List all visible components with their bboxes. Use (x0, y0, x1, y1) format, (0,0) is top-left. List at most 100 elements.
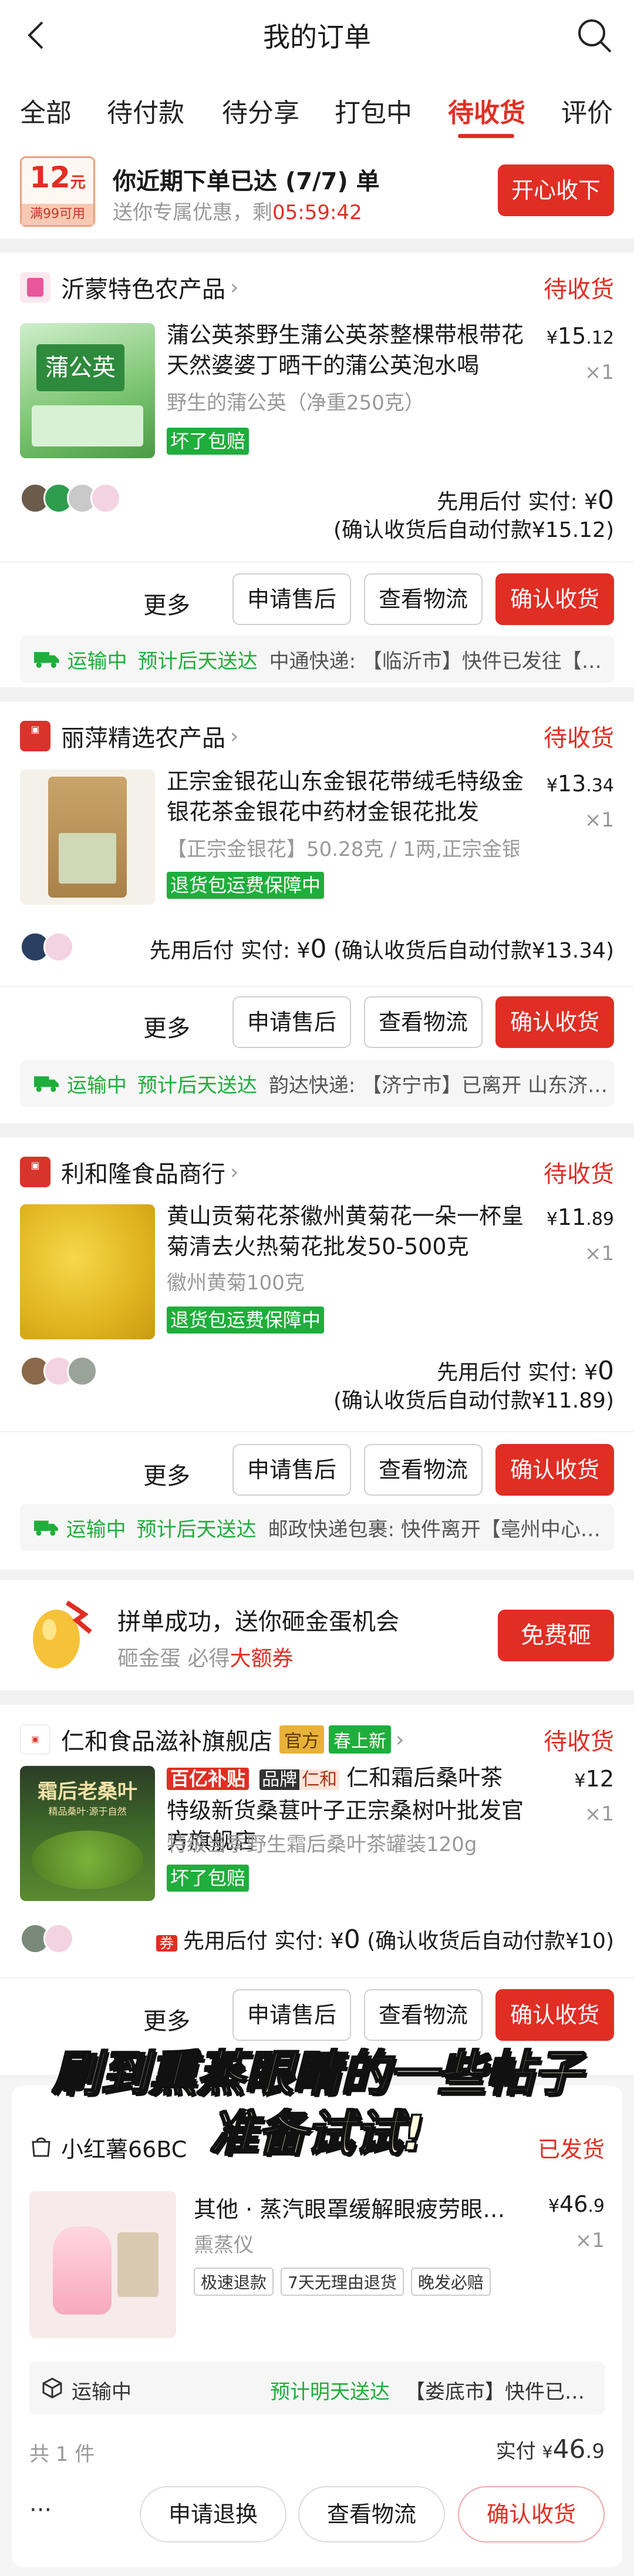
shop-name-row[interactable]: ▣ 仁和食品滋补旗舰店 官方 春上新 › (20, 1722, 404, 1756)
confirm-receipt-button[interactable]: 确认收货 (495, 1444, 614, 1496)
logistics-bar[interactable]: 运输中 预计后天送达 邮政快递包裹: 快件离开【亳州中心】已发往 (20, 1504, 614, 1551)
logistics-detail: 中通快递: 【临沂市】快件已发往【沂南县 (269, 649, 614, 673)
pay-label: 先用后付 实付: ¥ (437, 490, 598, 514)
view-logistics-button[interactable]: 查看物流 (364, 573, 483, 625)
buyer-avatars (20, 483, 121, 513)
more-button[interactable]: 更多 (143, 2002, 190, 2036)
tab-pending-payment[interactable]: 待付款 (107, 92, 184, 129)
active-tab-indicator (458, 134, 514, 138)
order-actions: 更多 申请售后 查看物流 确认收货 (0, 996, 634, 1049)
pay-value: 0 (598, 1356, 614, 1386)
back-arrow-icon[interactable] (20, 18, 55, 53)
product-thumbnail[interactable] (20, 1204, 155, 1339)
search-icon[interactable] (575, 16, 614, 55)
thumbnail-label: 蒲公英 (36, 344, 124, 391)
guarantee-tag: 坏了包赔 (167, 1865, 249, 1892)
caption-overlay: 刷到熏蒸眼睛的一些帖子 准备试试! (0, 2044, 634, 2164)
smash-egg-button[interactable]: 免费砸 (498, 1610, 614, 1661)
more-button[interactable]: 更多 (143, 586, 190, 620)
tab-review[interactable]: 评价 (561, 92, 613, 129)
after-sale-button[interactable]: 申请售后 (232, 996, 351, 1048)
banner-sub-text: 送你专属优惠，剩 (113, 201, 272, 224)
xhs-paid-total: 实付 ¥46.9 (495, 2434, 605, 2464)
after-sale-button[interactable]: 申请售后 (232, 573, 351, 625)
after-sale-button[interactable]: 申请售后 (232, 1989, 351, 2041)
xhs-product-thumbnail[interactable] (29, 2191, 176, 2338)
shop-name-row[interactable]: 沂蒙特色农产品 › (20, 270, 238, 304)
product-price: ¥13.34 (546, 771, 614, 797)
product-title[interactable]: 蒲公英茶野生蒲公英茶整棵带根带花天然婆婆丁晒干的蒲公英泡水喝 (167, 320, 525, 381)
page-title: 我的订单 (263, 21, 371, 53)
coupon-amount: 12 (29, 160, 70, 194)
shop-logo-icon: ▣ (20, 721, 50, 751)
confirm-receipt-button[interactable]: 确认收货 (495, 996, 614, 1048)
order-actions: 更多 申请售后 查看物流 确认收货 (0, 1444, 634, 1497)
confirm-receipt-button[interactable]: 确认收货 (495, 573, 614, 625)
pay-value: 0 (343, 1925, 360, 1954)
auto-pay-note: (确认收货后自动付款¥11.89) (333, 1389, 614, 1413)
order-status: 待收货 (544, 725, 614, 752)
product-thumbnail[interactable]: 蒲公英 (20, 323, 155, 458)
pay-value: 0 (598, 485, 614, 515)
guarantee-tag: 坏了包赔 (167, 428, 249, 455)
product-spec: 野生的蒲公英（净重250克） (167, 391, 424, 415)
avatar (90, 483, 121, 513)
avatar (43, 1923, 74, 1954)
tab-all[interactable]: 全部 (20, 92, 72, 129)
order-actions: 更多 申请售后 查看物流 确认收货 (0, 573, 634, 626)
auto-pay-note: (确认收货后自动付款¥10) (367, 1929, 614, 1953)
coupon-unit: 元 (70, 174, 86, 192)
order-card: 沂蒙特色农产品 › 待收货 蒲公英 蒲公英茶野生蒲公英茶整棵带根带花天然婆婆丁晒干… (0, 253, 634, 687)
order-status: 待收货 (544, 1161, 614, 1188)
chevron-right-icon: › (230, 1160, 239, 1184)
order-card: ▣ 利和隆食品商行 › 待收货 黄山贡菊花茶徽州黄菊花一朵一杯皇菊清去火热菊花批发… (0, 1137, 634, 1570)
tab-pending-share[interactable]: 待分享 (222, 92, 299, 129)
xhs-product-title[interactable]: 其他 · 蒸汽眼罩缓解眼疲劳眼部护理仪 (194, 2191, 511, 2224)
accept-coupon-button[interactable]: 开心收下 (498, 164, 614, 216)
eta-text: 预计后天送达 (137, 1073, 257, 1097)
more-button[interactable]: 更多 (143, 1457, 190, 1491)
xhs-service-tags: 极速退款 7天无理由退货 晚发必赔 (194, 2268, 491, 2296)
product-price: ¥11.89 (546, 1204, 614, 1230)
product-thumbnail[interactable] (20, 770, 155, 905)
product-title[interactable]: 黄山贡菊花茶徽州黄菊花一朵一杯皇菊清去火热菊花批发50-500克 (167, 1201, 525, 1262)
order-actions: 更多 申请售后 查看物流 确认收货 (0, 1989, 634, 2042)
pay-value: 0 (310, 934, 327, 964)
payment-info: 先用后付 实付: ¥0 (确认收货后自动付款¥11.89) (333, 1357, 614, 1415)
after-sale-button[interactable]: 申请售后 (232, 1444, 351, 1496)
golden-egg-icon (33, 1600, 92, 1668)
more-button[interactable]: 更多 (143, 1009, 190, 1043)
service-tag: 晚发必赔 (410, 2268, 491, 2296)
tab-to-receive[interactable]: 待收货 (448, 92, 525, 129)
xhs-logistics-bar[interactable]: 运输中 预计明天送达 【娄底市】快件已到达 (29, 2362, 605, 2414)
view-logistics-button[interactable]: 查看物流 (364, 1989, 483, 2041)
return-exchange-button[interactable]: 申请退换 (140, 2486, 286, 2543)
egg-sub-text: 砸金蛋 必得 (117, 1647, 230, 1671)
view-logistics-button[interactable]: 查看物流 (364, 996, 483, 1048)
package-icon (42, 2377, 62, 2399)
product-thumbnail[interactable]: 霜后老桑叶 精品桑叶·源于自然 (20, 1766, 155, 1901)
view-logistics-button[interactable]: 查看物流 (364, 1444, 483, 1496)
tab-packing[interactable]: 打包中 (335, 92, 412, 129)
xhs-confirm-receipt-button[interactable]: 确认收货 (458, 2486, 605, 2543)
more-options-icon[interactable]: ··· (29, 2497, 52, 2524)
coupon-condition: 满99可用 (22, 204, 93, 225)
product-title[interactable]: 正宗金银花山东金银花带绒毛特级金银花茶金银花中药材金银花批发 (167, 766, 525, 827)
logistics-bar[interactable]: 运输中 预计后天送达 韵达快递: 【济宁市】已离开 山东济宁分拨 (20, 1060, 614, 1107)
xhs-view-logistics-button[interactable]: 查看物流 (298, 2486, 445, 2543)
truck-icon (34, 1520, 58, 1536)
transit-status: 运输中 (66, 1073, 127, 1097)
xhs-logistics-detail: 【娄底市】快件已到达 (405, 2380, 593, 2404)
order-tabs: 全部 待付款 待分享 打包中 待收货 评价 (0, 70, 634, 145)
pay-label: 先用后付 实付: ¥ (149, 939, 311, 963)
product-spec: 徽州黄菊100克 (167, 1271, 305, 1295)
product-price: ¥12 (574, 1766, 614, 1792)
auto-pay-note: (确认收货后自动付款¥15.12) (333, 518, 614, 542)
truck-icon (34, 651, 59, 668)
confirm-receipt-button[interactable]: 确认收货 (495, 1989, 614, 2041)
pay-label: 先用后付 实付: ¥ (183, 1929, 344, 1953)
product-quantity: ×1 (584, 1242, 614, 1265)
shop-name-row[interactable]: ▣ 利和隆食品商行 › (20, 1155, 238, 1189)
logistics-bar[interactable]: 运输中 预计后天送达 中通快递: 【临沂市】快件已发往【沂南县 (20, 636, 614, 683)
shop-name-row[interactable]: ▣ 丽萍精选农产品 › (20, 719, 238, 753)
